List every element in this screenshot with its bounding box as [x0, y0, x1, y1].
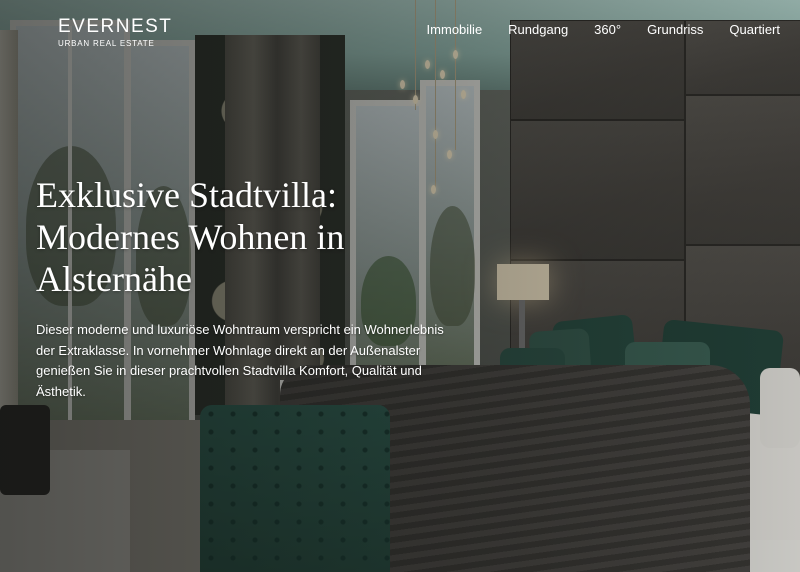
nav-item-quartiert[interactable]: Quartiert [729, 22, 780, 37]
nav-item-360[interactable]: 360° [594, 22, 621, 37]
nav-item-rundgang[interactable]: Rundgang [508, 22, 568, 37]
page-title-line: Exklusive Stadtvilla: [36, 175, 337, 215]
page-title: Exklusive Stadtvilla: Modernes Wohnen in… [36, 174, 436, 300]
evernest-logo[interactable]: EVERNEST URBAN REAL ESTATE [58, 16, 172, 48]
page-title-line: Modernes Wohnen in [36, 217, 345, 257]
intro-paragraph: Dieser moderne und luxuriöse Wohntraum v… [36, 322, 444, 399]
main-navigation: Immobilie Rundgang 360° Grundriss Quarti… [427, 22, 780, 37]
nav-item-immobilie[interactable]: Immobilie [427, 22, 483, 37]
logo-tagline: URBAN REAL ESTATE [58, 39, 155, 48]
logo-wordmark: EVERNEST [58, 16, 173, 37]
page-title-line: Alsternähe [36, 259, 192, 299]
nav-item-grundriss[interactable]: Grundriss [647, 22, 703, 37]
